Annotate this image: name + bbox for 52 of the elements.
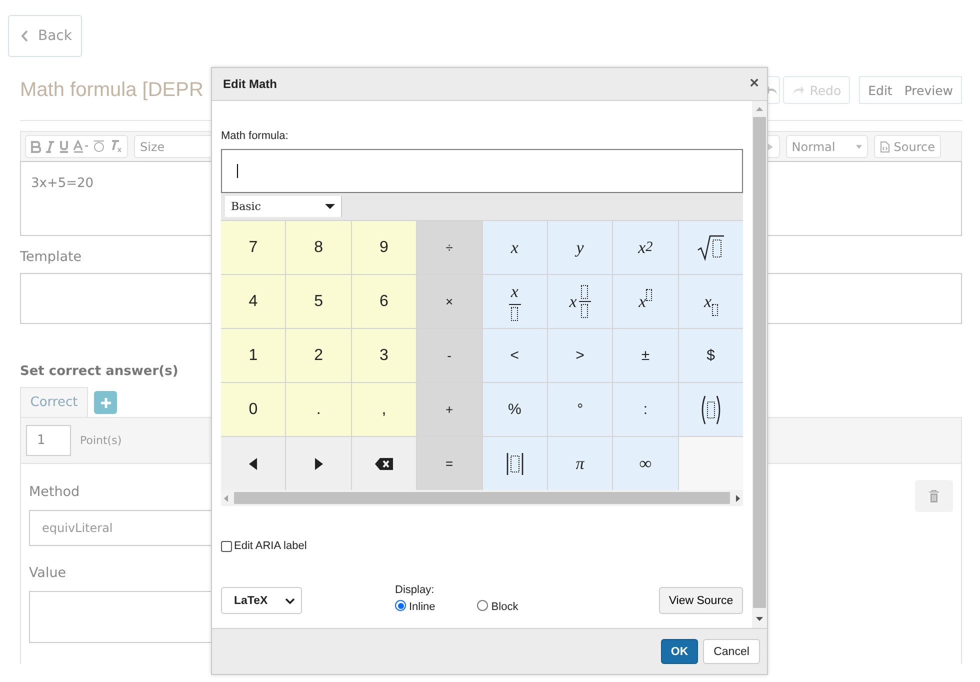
mode-button[interactable]: Edit xyxy=(862,82,898,98)
points-label: Point(s) xyxy=(80,434,122,447)
key[interactable]: 4 xyxy=(221,275,286,328)
radio-label: Inline xyxy=(409,601,436,613)
key[interactable]: 6 xyxy=(352,275,416,328)
section-heading: Set correct answer(s) xyxy=(20,364,178,379)
page-title: Math formula [DEPR xyxy=(20,78,204,102)
dialog-title: Edit Math xyxy=(223,77,277,91)
key[interactable]: - xyxy=(417,329,482,382)
palette-dropdown[interactable]: Basic xyxy=(225,196,342,217)
format-dropdown[interactable]: LaTeX xyxy=(221,587,302,614)
close-button[interactable]: × xyxy=(750,75,759,93)
key[interactable]: + xyxy=(417,383,482,436)
key[interactable]: > xyxy=(548,329,612,382)
key[interactable]: ÷ xyxy=(417,221,482,274)
key[interactable]: 9 xyxy=(352,221,416,274)
radio-label: Block xyxy=(491,601,518,613)
key[interactable]: $ xyxy=(678,329,743,382)
key[interactable]: ± xyxy=(613,329,678,382)
key[interactable]: x xyxy=(678,275,743,328)
key[interactable]: x xyxy=(482,221,547,274)
key[interactable]: . xyxy=(286,383,351,436)
cancel-button[interactable]: Cancel xyxy=(703,639,760,664)
key[interactable]: = xyxy=(417,437,482,490)
key[interactable]: x xyxy=(613,275,678,328)
template-label: Template xyxy=(20,249,82,265)
key[interactable]: : xyxy=(613,383,678,436)
mode-button[interactable]: Preview xyxy=(898,82,959,98)
method-label: Method xyxy=(29,484,80,500)
key[interactable]: y xyxy=(548,221,612,274)
key[interactable]: 8 xyxy=(286,221,351,274)
formula-label: Math formula: xyxy=(221,130,290,142)
key[interactable]: 1 xyxy=(221,329,286,382)
key[interactable]: x xyxy=(482,275,547,328)
ok-button[interactable]: OK xyxy=(661,639,698,664)
key[interactable]: 7 xyxy=(221,221,286,274)
key[interactable]: , xyxy=(352,383,416,436)
display-label: Display: xyxy=(395,584,436,596)
key[interactable]: 5 xyxy=(286,275,351,328)
key[interactable]: × xyxy=(417,275,482,328)
key[interactable]: x xyxy=(548,275,612,328)
value-label: Value xyxy=(29,565,66,581)
key[interactable]: 3 xyxy=(352,329,416,382)
key[interactable]: ° xyxy=(548,383,612,436)
key[interactable]: ∞ xyxy=(613,437,678,490)
points-field[interactable]: 1 xyxy=(26,425,71,456)
key[interactable]: π xyxy=(548,437,612,490)
key[interactable]: < xyxy=(482,329,547,382)
view-source-button[interactable]: View Source xyxy=(659,587,743,614)
key[interactable]: 2 xyxy=(286,329,351,382)
key[interactable]: 0 xyxy=(221,383,286,436)
key[interactable]: % xyxy=(482,383,547,436)
